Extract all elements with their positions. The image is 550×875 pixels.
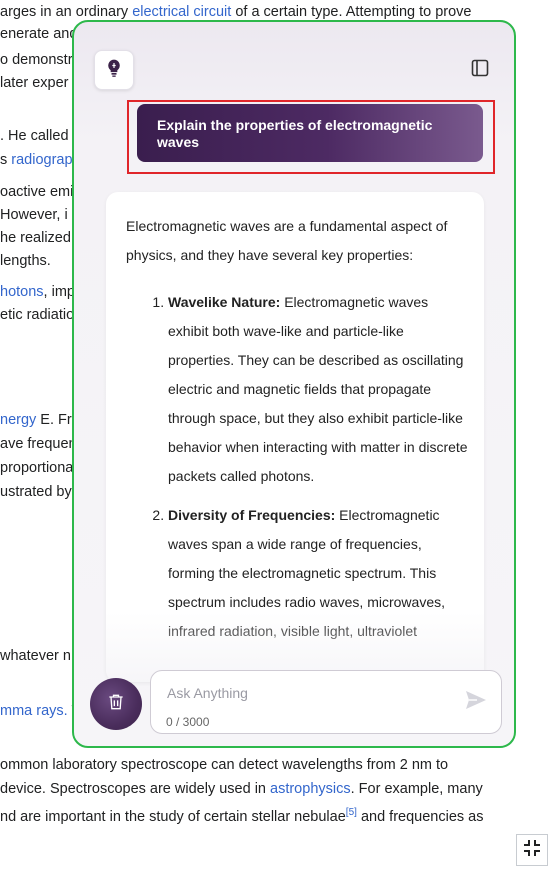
answer-item-title: Wavelike Nature: xyxy=(168,294,281,310)
article-text-line: arges in an ordinary electrical circuit … xyxy=(0,2,472,22)
exit-fullscreen-button[interactable] xyxy=(516,834,548,866)
article-text: of a certain type. Attempting to prove xyxy=(231,4,472,20)
lightbulb-icon xyxy=(104,58,124,83)
user-message-highlight: Explain the properties of electromagneti… xyxy=(127,100,495,174)
sidebar-toggle-icon xyxy=(471,59,489,82)
article-text: nd are important in the study of certain… xyxy=(0,808,346,825)
article-citation[interactable]: [5] xyxy=(346,807,357,818)
article-text-line: . He called t xyxy=(0,126,77,146)
send-button[interactable] xyxy=(463,689,489,715)
article-text: . For example, many xyxy=(350,781,483,797)
article-text-line: he realized xyxy=(0,228,71,248)
article-text: and frequencies as xyxy=(356,808,484,825)
send-icon xyxy=(465,690,487,715)
article-text-line: device. Spectroscopes are widely used in… xyxy=(0,779,483,799)
article-text-line: hotons, impy xyxy=(0,282,82,302)
article-text: later exper xyxy=(0,75,69,91)
article-link[interactable]: electrical circuit xyxy=(132,4,231,20)
article-text: he realized xyxy=(0,230,71,246)
article-text: s xyxy=(0,152,12,168)
article-text-line: o demonstra xyxy=(0,50,81,70)
article-text-line: proportiona xyxy=(0,458,73,478)
article-link[interactable]: radiograph xyxy=(11,152,80,168)
answer-item-title: Diversity of Frequencies: xyxy=(168,507,336,523)
article-text: proportiona xyxy=(0,460,74,476)
article-text-line: whatever n xyxy=(0,646,71,666)
clear-chat-button[interactable] xyxy=(90,678,142,730)
article-text: arges in an ordinary xyxy=(0,4,133,20)
article-text-line: ustrated by xyxy=(0,482,72,502)
article-text-line: oactive emis xyxy=(0,182,81,202)
article-text: ommon laboratory spectroscope can detect… xyxy=(0,757,449,773)
article-text: device. Spectroscopes are widely used in xyxy=(0,781,271,797)
article-text-line: nergy E. Fre xyxy=(0,410,80,430)
article-text-line: ommon laboratory spectroscope can detect… xyxy=(0,755,448,775)
chat-panel: Explain the properties of electromagneti… xyxy=(72,20,516,748)
answer-item-text: Electromagnetic waves exhibit both wave-… xyxy=(168,294,468,484)
character-counter: 0 / 3000 xyxy=(166,715,210,729)
article-link[interactable]: mma rays. xyxy=(0,703,68,719)
article-text-line: later exper xyxy=(0,73,69,93)
article-text: ave frequen xyxy=(0,436,77,452)
article-text: oactive emis xyxy=(0,184,81,200)
user-message-text: Explain the properties of electromagneti… xyxy=(157,117,433,150)
article-text: lengths. xyxy=(0,253,51,269)
article-text: However, i xyxy=(0,207,68,223)
trash-icon xyxy=(106,692,126,717)
article-text-line: nd are important in the study of certain… xyxy=(0,803,483,827)
article-text: etic radiatio xyxy=(0,307,75,323)
article-link[interactable]: hotons xyxy=(0,284,44,300)
answer-intro: Electromagnetic waves are a fundamental … xyxy=(126,218,448,263)
article-text: o demonstra xyxy=(0,52,81,68)
sidebar-toggle-button[interactable] xyxy=(468,58,492,82)
answer-list: Wavelike Nature: Electromagnetic waves e… xyxy=(126,288,471,646)
ask-input[interactable] xyxy=(165,681,449,705)
article-text: ustrated by xyxy=(0,484,72,500)
article-text-line: lengths. xyxy=(0,251,51,271)
article-link[interactable]: nergy xyxy=(0,412,36,428)
chat-input-box: 0 / 3000 xyxy=(150,670,502,734)
article-text-line: ave frequen xyxy=(0,434,77,454)
article-text-line: etic radiatio xyxy=(0,305,74,325)
article-text: . He called t xyxy=(0,128,77,144)
article-text-line: However, i xyxy=(0,205,68,225)
article-link[interactable]: astrophysics xyxy=(270,781,351,797)
article-text: whatever n xyxy=(0,648,71,664)
user-message-bubble: Explain the properties of electromagneti… xyxy=(137,104,483,162)
assistant-logo-button[interactable] xyxy=(94,50,134,90)
article-text-line: mma rays. T xyxy=(0,701,80,721)
article-text-line: s radiograph xyxy=(0,150,81,170)
answer-list-item: Wavelike Nature: Electromagnetic waves e… xyxy=(168,288,471,491)
collapse-icon xyxy=(522,838,542,863)
assistant-answer-card: Electromagnetic waves are a fundamental … xyxy=(106,192,484,682)
